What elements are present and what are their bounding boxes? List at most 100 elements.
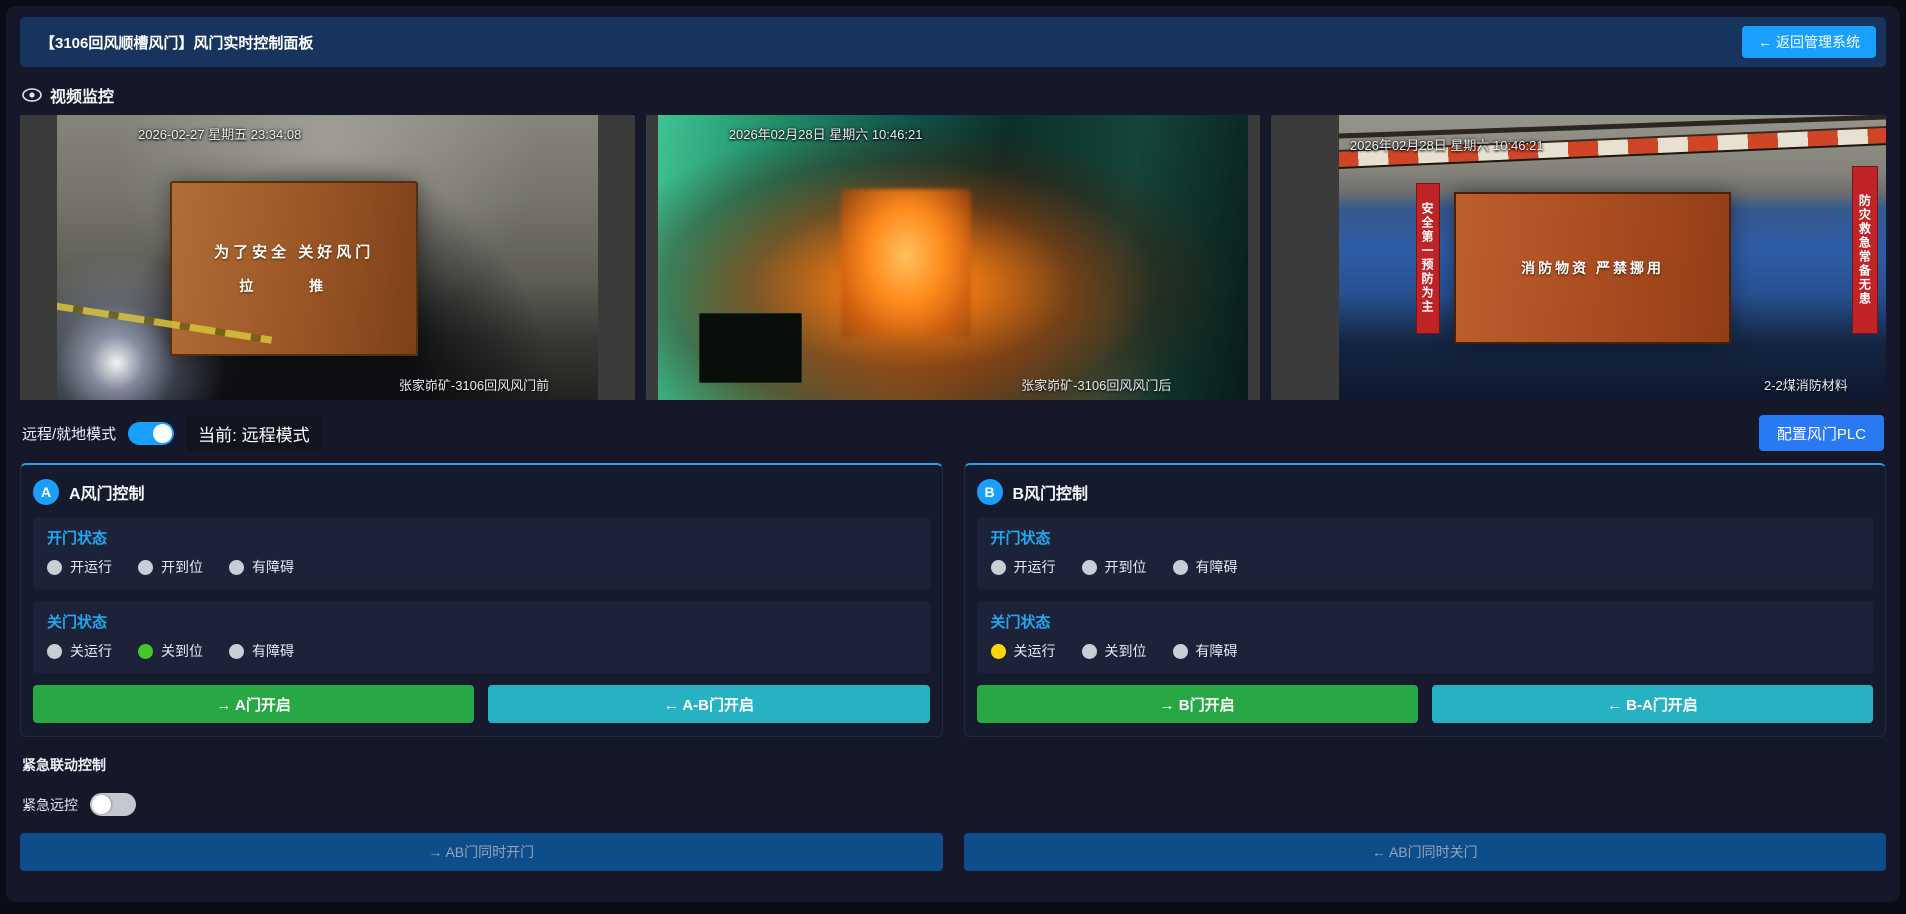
door-b-header: B B风门控制 [977, 479, 1874, 505]
status-dot [1173, 560, 1188, 575]
camera-caption: 张家峁矿-3106回风风门前 [399, 375, 549, 394]
status-dot [138, 644, 153, 659]
emergency-buttons: → AB门同时开门 ← AB门同时关门 [20, 833, 1886, 871]
page-title: 【3106回风顺槽风门】风门实时控制面板 [40, 32, 1742, 53]
emergency-linkage-section: 紧急联动控制 紧急远控 → AB门同时开门 ← AB门同时关门 [20, 749, 1886, 871]
indicator-label: 关运行 [70, 641, 112, 661]
door-pull-push-text: 拉 推 [239, 276, 349, 296]
emergency-toggle-row: 紧急远控 [22, 793, 1884, 816]
indicator-row: 开运行 开到位 有障碍 [991, 557, 1860, 577]
open-status-label: 开门状态 [47, 527, 916, 548]
configure-plc-button[interactable]: 配置风门PLC [1759, 415, 1884, 451]
indicator-label: 关运行 [1014, 641, 1056, 661]
door-a-badge: A [33, 479, 59, 505]
emergency-heading: 紧急联动控制 [22, 755, 1884, 775]
header-bar: 【3106回风顺槽风门】风门实时控制面板 ← 返回管理系统 [20, 17, 1886, 67]
close-status-label: 关门状态 [47, 611, 916, 632]
door-a-buttons: → A门开启 ← A-B门开启 [33, 685, 930, 723]
lit-doorway-graphic [841, 189, 971, 337]
door-b-close-status-box: 关门状态 关运行 关到位 有障碍 [977, 601, 1874, 673]
indicator-close-obstacle: 有障碍 [1173, 641, 1238, 661]
indicator-label: 开到位 [161, 557, 203, 577]
mode-toggle-label: 远程/就地模式 [22, 423, 116, 444]
camera-feed-fire-materials: 安全第一预防为主 消防物资 严禁挪用 防灾救急常备无患 2026年02月28日 … [1339, 115, 1886, 400]
status-dot [229, 560, 244, 575]
indicator-label: 开运行 [70, 557, 112, 577]
door-b-buttons: → B门开启 ← B-A门开启 [977, 685, 1874, 723]
status-dot [138, 560, 153, 575]
door-a-close-status-box: 关门状态 关运行 关到位 有障碍 [33, 601, 930, 673]
remote-local-mode-toggle[interactable] [128, 422, 174, 445]
status-dot [1173, 644, 1188, 659]
door-a-b-interlock-button[interactable]: ← A-B门开启 [488, 685, 929, 723]
camera-timestamp: 2026年02月28日 星期六 10:46:21 [1350, 135, 1544, 154]
door-control-cards: A A风门控制 开门状态 开运行 开到位 有障碍 关门状态 关运行 关到位 有障… [20, 463, 1886, 737]
video-monitor-row: 为了安全 关好风门 拉 推 2026-02-27 星期五 23:34:08 张家… [20, 115, 1886, 400]
door-a-card: A A风门控制 开门状态 开运行 开到位 有障碍 关门状态 关运行 关到位 有障… [20, 463, 943, 737]
indicator-label: 有障碍 [1196, 557, 1238, 577]
indicator-open-running: 开运行 [991, 557, 1056, 577]
camera-caption: 张家峁矿-3106回风风门后 [1021, 375, 1171, 394]
door-a-open-button[interactable]: → A门开启 [33, 685, 474, 723]
door-a-title: A风门控制 [69, 480, 145, 504]
fire-door-graphic: 消防物资 严禁挪用 [1454, 192, 1732, 344]
mine-cart-graphic [699, 313, 801, 383]
indicator-label: 关到位 [1105, 641, 1147, 661]
indicator-close-running: 关运行 [991, 641, 1056, 661]
safety-banner-right: 防灾救急常备无患 [1852, 166, 1878, 333]
door-a-header: A A风门控制 [33, 479, 930, 505]
video-section-title: 视频监控 [50, 83, 114, 107]
camera-panel-rear: 2026年02月28日 星期六 10:46:21 张家峁矿-3106回风风门后 [646, 115, 1261, 400]
indicator-open-in-place: 开到位 [138, 557, 203, 577]
indicator-label: 有障碍 [1196, 641, 1238, 661]
open-both-doors-button[interactable]: → AB门同时开门 [20, 833, 943, 871]
indicator-open-obstacle: 有障碍 [1173, 557, 1238, 577]
indicator-close-in-place: 关到位 [1082, 641, 1147, 661]
door-a-open-status-box: 开门状态 开运行 开到位 有障碍 [33, 517, 930, 589]
camera-panel-front: 为了安全 关好风门 拉 推 2026-02-27 星期五 23:34:08 张家… [20, 115, 635, 400]
open-status-label: 开门状态 [991, 527, 1860, 548]
indicator-close-running: 关运行 [47, 641, 112, 661]
indicator-label: 关到位 [161, 641, 203, 661]
video-section-heading: 视频监控 [22, 83, 1884, 107]
close-both-doors-button[interactable]: ← AB门同时关门 [964, 833, 1887, 871]
camera-feed-door-rear: 2026年02月28日 星期六 10:46:21 张家峁矿-3106回风风门后 [658, 115, 1248, 400]
camera-panel-materials: 安全第一预防为主 消防物资 严禁挪用 防灾救急常备无患 2026年02月28日 … [1271, 115, 1886, 400]
current-mode-text: 当前: 远程模式 [186, 416, 321, 451]
close-status-label: 关门状态 [991, 611, 1860, 632]
indicator-label: 开到位 [1105, 557, 1147, 577]
mode-bar: 远程/就地模式 当前: 远程模式 配置风门PLC [22, 415, 1884, 451]
indicator-close-in-place: 关到位 [138, 641, 203, 661]
door-slogan-text: 为了安全 关好风门 [214, 241, 374, 262]
toggle-knob [92, 795, 111, 814]
status-dot [47, 560, 62, 575]
door-b-open-button[interactable]: → B门开启 [977, 685, 1418, 723]
eye-icon [22, 88, 42, 102]
status-dot [991, 560, 1006, 575]
indicator-label: 开运行 [1014, 557, 1056, 577]
toggle-knob [153, 424, 172, 443]
status-dot [229, 644, 244, 659]
emergency-toggle-label: 紧急远控 [22, 795, 78, 815]
indicator-row: 开运行 开到位 有障碍 [47, 557, 916, 577]
camera-caption: 2-2煤消防材料 [1764, 375, 1848, 394]
status-dot [47, 644, 62, 659]
status-dot [991, 644, 1006, 659]
back-to-management-button[interactable]: ← 返回管理系统 [1742, 26, 1876, 58]
indicator-row: 关运行 关到位 有障碍 [991, 641, 1860, 661]
door-b-open-status-box: 开门状态 开运行 开到位 有障碍 [977, 517, 1874, 589]
indicator-row: 关运行 关到位 有障碍 [47, 641, 916, 661]
indicator-label: 有障碍 [252, 641, 294, 661]
indicator-label: 有障碍 [252, 557, 294, 577]
emergency-remote-toggle[interactable] [90, 793, 136, 816]
indicator-open-in-place: 开到位 [1082, 557, 1147, 577]
camera-timestamp: 2026-02-27 星期五 23:34:08 [138, 124, 301, 143]
fire-door-text: 消防物资 严禁挪用 [1521, 258, 1664, 278]
door-b-a-interlock-button[interactable]: ← B-A门开启 [1432, 685, 1873, 723]
status-dot [1082, 560, 1097, 575]
camera-timestamp: 2026年02月28日 星期六 10:46:21 [729, 124, 923, 143]
door-b-card: B B风门控制 开门状态 开运行 开到位 有障碍 关门状态 关运行 关到位 有障… [964, 463, 1887, 737]
control-panel-page: 【3106回风顺槽风门】风门实时控制面板 ← 返回管理系统 视频监控 为了安全 … [6, 6, 1900, 902]
safety-banner-left: 安全第一预防为主 [1416, 183, 1440, 333]
indicator-open-running: 开运行 [47, 557, 112, 577]
